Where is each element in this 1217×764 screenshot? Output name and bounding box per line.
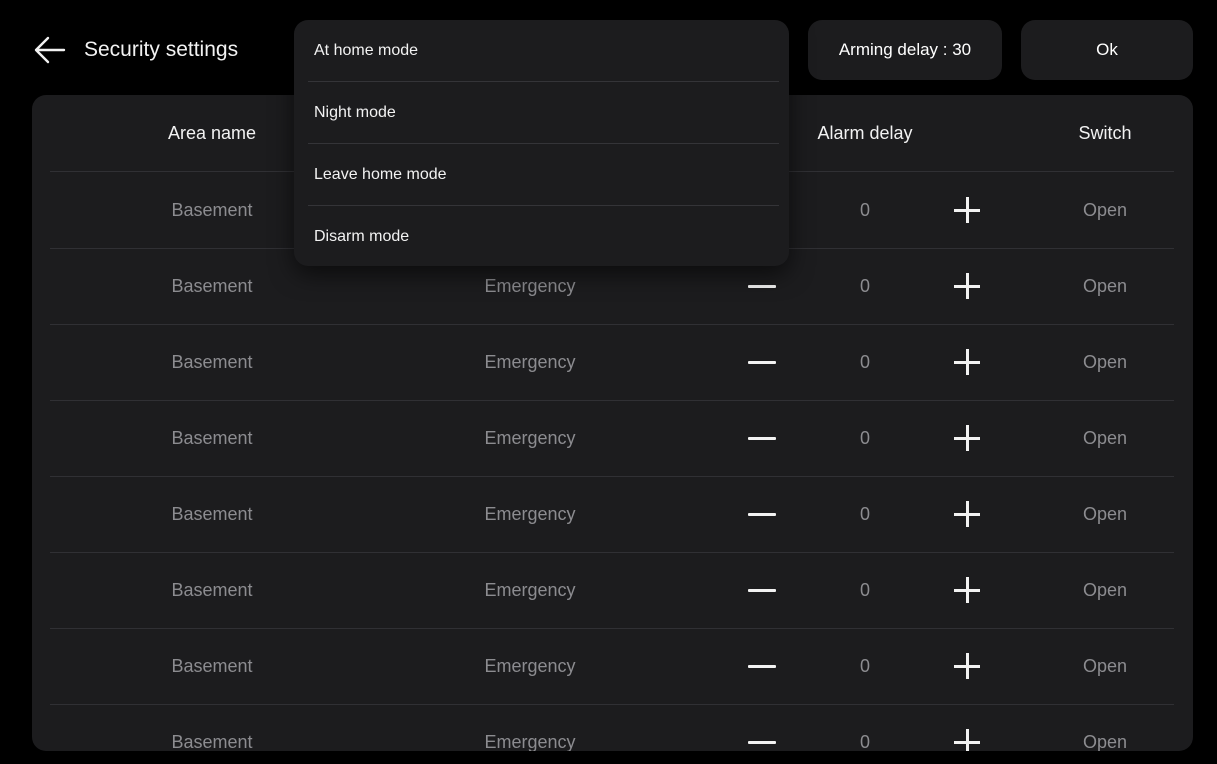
increase-delay-button[interactable] [935,400,999,476]
increase-delay-button[interactable] [935,324,999,400]
switch-toggle[interactable]: Open [1050,400,1160,476]
plus-icon [954,653,980,679]
decrease-delay-button[interactable] [730,324,794,400]
switch-toggle[interactable]: Open [1050,172,1160,248]
minus-icon [748,664,776,668]
area-name-cell: Basement [171,579,253,600]
menu-item-leave-home-mode[interactable]: Leave home mode [294,144,789,206]
table-row: Basement Emergency 0 Open [50,704,1174,751]
area-name-cell: Basement [171,351,253,372]
decrease-delay-button[interactable] [730,628,794,704]
alarm-delay-value: 0 [859,427,870,448]
table-row: Basement Emergency 0 Open [50,476,1174,553]
zone-type-cell[interactable]: Emergency [430,552,630,628]
plus-icon [954,501,980,527]
decrease-delay-button[interactable] [730,400,794,476]
switch-toggle[interactable]: Open [1050,476,1160,552]
alarm-delay-value: 0 [859,199,870,220]
increase-delay-button[interactable] [935,704,999,751]
plus-icon [954,273,980,299]
alarm-delay-value: 0 [859,655,870,676]
minus-icon [748,588,776,592]
menu-item-at-home-mode[interactable]: At home mode [294,20,789,82]
table-row: Basement Emergency 0 Open [50,552,1174,629]
increase-delay-button[interactable] [935,248,999,324]
area-name-cell: Basement [171,731,253,752]
menu-item-night-mode[interactable]: Night mode [294,82,789,144]
back-button[interactable] [34,34,66,66]
table-row: Basement Emergency 0 Open [50,400,1174,477]
table-row: Basement Emergency 0 Open [50,628,1174,705]
alarm-delay-value: 0 [859,275,870,296]
zone-type-cell[interactable]: Emergency [430,400,630,476]
alarm-delay-value: 0 [859,503,870,524]
column-header-switch: Switch [1078,122,1132,143]
zone-type-cell[interactable]: Emergency [430,628,630,704]
switch-toggle[interactable]: Open [1050,248,1160,324]
menu-item-label: Disarm mode [314,228,410,245]
zone-type-cell[interactable]: Emergency [430,476,630,552]
alarm-delay-value: 0 [859,579,870,600]
area-name-cell: Basement [171,427,253,448]
plus-icon [954,349,980,375]
increase-delay-button[interactable] [935,476,999,552]
increase-delay-button[interactable] [935,552,999,628]
minus-icon [748,512,776,516]
decrease-delay-button[interactable] [730,476,794,552]
zone-type-cell[interactable]: Emergency [430,704,630,752]
minus-icon [748,284,776,288]
menu-item-label: Night mode [314,104,396,121]
plus-icon [954,729,980,751]
security-settings-screen: Security settings Arming delay : 30 Ok A… [0,0,1217,764]
minus-icon [748,740,776,744]
menu-item-label: Leave home mode [314,166,447,183]
column-header-alarm-delay: Alarm delay [817,122,913,143]
decrease-delay-button[interactable] [730,704,794,751]
switch-toggle[interactable]: Open [1050,628,1160,704]
minus-icon [748,436,776,440]
arrow-left-icon [34,36,66,64]
plus-icon [954,577,980,603]
plus-icon [954,425,980,451]
area-name-cell: Basement [171,655,253,676]
area-name-cell: Basement [171,275,253,296]
column-header-area-name: Area name [167,122,257,143]
alarm-delay-value: 0 [859,731,870,752]
minus-icon [748,360,776,364]
zone-type-cell[interactable]: Emergency [430,324,630,400]
area-name-cell: Basement [171,199,253,220]
menu-item-disarm-mode[interactable]: Disarm mode [294,206,789,266]
menu-item-label: At home mode [314,42,419,59]
page-title: Security settings [84,38,239,61]
alarm-delay-value: 0 [859,351,870,372]
switch-toggle[interactable]: Open [1050,324,1160,400]
ok-button[interactable]: Ok [1021,20,1193,80]
switch-toggle[interactable]: Open [1050,552,1160,628]
area-name-cell: Basement [171,503,253,524]
increase-delay-button[interactable] [935,172,999,248]
plus-icon [954,197,980,223]
table-row: Basement Emergency 0 Open [50,324,1174,401]
arming-delay-button[interactable]: Arming delay : 30 [808,20,1002,80]
decrease-delay-button[interactable] [730,552,794,628]
mode-dropdown-menu: At home mode Night mode Leave home mode … [294,20,789,266]
switch-toggle[interactable]: Open [1050,704,1160,752]
increase-delay-button[interactable] [935,628,999,704]
